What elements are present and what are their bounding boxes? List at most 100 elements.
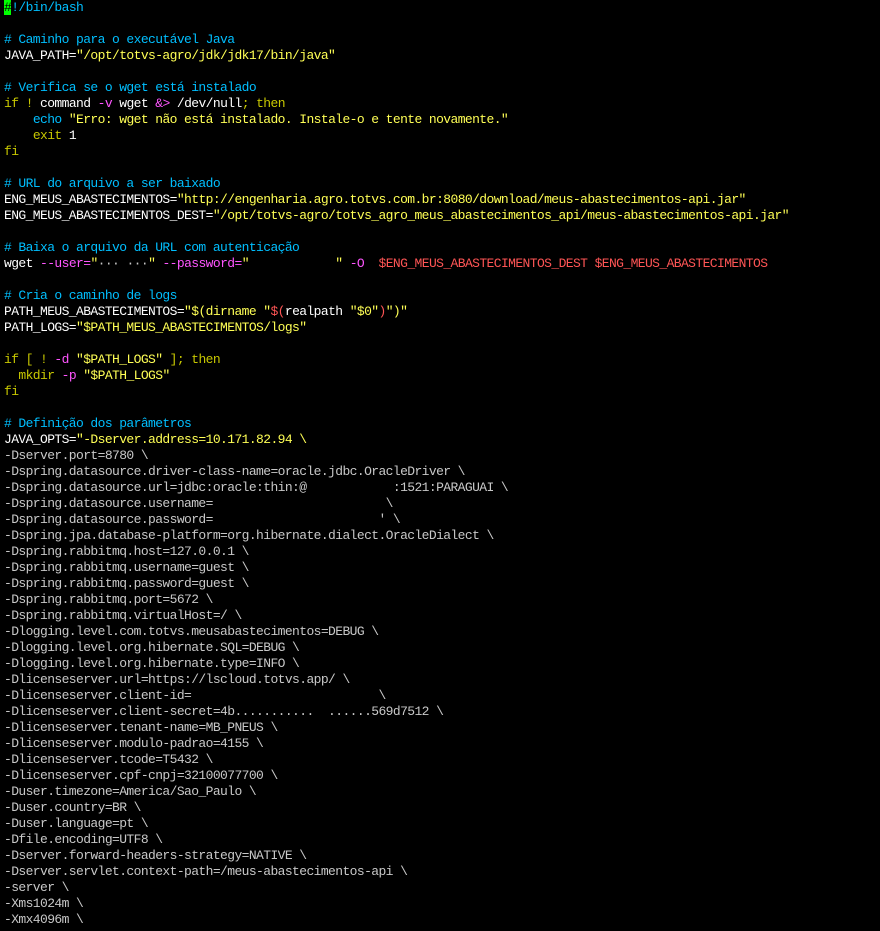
code-line: ENG_MEUS_ABASTECIMENTOS_DEST="/opt/totvs… [4, 208, 880, 224]
code-line: JAVA_PATH="/opt/totvs-agro/jdk/jdk17/bin… [4, 48, 880, 64]
code-line: # URL do arquivo a ser baixado [4, 176, 880, 192]
code-token: -Dfile.encoding=UTF8 \ [4, 832, 163, 847]
code-token: -Dlicenseserver.tcode=T5432 \ [4, 752, 213, 767]
code-token: JAVA_OPTS= [4, 432, 77, 447]
code-token: -Xmx4096m \ [4, 912, 84, 927]
code-token: -Dspring.rabbitmq.username=guest \ [4, 560, 249, 575]
code-line: # Verifica se o wget está instalado [4, 80, 880, 96]
code-token: echo [32, 112, 69, 127]
code-token: -Dspring.rabbitmq.virtualHost=/ \ [4, 608, 242, 623]
code-token: ENG_MEUS_ABASTECIMENTOS= [4, 192, 177, 207]
code-line: fi [4, 384, 880, 400]
code-token: --password= [162, 256, 242, 271]
code-line: -Dlicenseserver.url=https://lscloud.totv… [4, 672, 880, 688]
code-line: -Dserver.forward-headers-strategy=NATIVE… [4, 848, 880, 864]
code-token: -Dlicenseserver.url=https://lscloud.totv… [4, 672, 350, 687]
code-line: -Dlicenseserver.tcode=T5432 \ [4, 752, 880, 768]
code-line: -Dspring.jpa.database-platform=org.hiber… [4, 528, 880, 544]
code-token: # Cria o caminho de logs [4, 288, 177, 303]
code-token: -O [349, 256, 379, 271]
code-token: -Dlogging.level.org.hibernate.SQL=DEBUG … [4, 640, 300, 655]
code-token: -Duser.country=BR \ [4, 800, 141, 815]
code-token: -Dspring.rabbitmq.port=5672 \ [4, 592, 213, 607]
terminal-editor[interactable]: #!/bin/bash # Caminho para o executável J… [0, 0, 880, 931]
code-token: 1 [68, 128, 77, 143]
code-token: -Dserver.port=8780 \ [4, 448, 149, 463]
code-line: # Definição dos parâmetros [4, 416, 880, 432]
code-token: !/bin/bash [11, 0, 84, 15]
code-token: $ENG_MEUS_ABASTECIMENTOS_DEST $ENG_MEUS_… [378, 256, 768, 271]
code-token: # Baixa o arquivo da URL com autenticaçã… [4, 240, 300, 255]
code-token: "Erro: wget não está instalado. Instale-… [68, 112, 509, 127]
code-token: -Dspring.rabbitmq.password=guest \ [4, 576, 249, 591]
code-token: -Dlogging.level.org.hibernate.type=INFO … [4, 656, 300, 671]
code-line: mkdir -p "$PATH_LOGS" [4, 368, 880, 384]
code-token: -Dserver.servlet.context-path=/meus-abas… [4, 864, 408, 879]
code-line: -Dspring.rabbitmq.username=guest \ [4, 560, 880, 576]
code-line: -Dserver.servlet.context-path=/meus-abas… [4, 864, 880, 880]
code-token: -Dspring.datasource.password= ' \ [4, 512, 401, 527]
code-token: -Xms1024m \ [4, 896, 84, 911]
code-token: -Dspring.datasource.url=jdbc:oracle:thin… [4, 480, 509, 495]
code-token: exit [32, 128, 69, 143]
code-line: fi [4, 144, 880, 160]
code-token: # URL do arquivo a ser baixado [4, 176, 221, 191]
code-token: -p [61, 368, 84, 383]
code-line: -Dlicenseserver.client-secret=4b........… [4, 704, 880, 720]
code-token: fi [4, 384, 19, 399]
code-token: fi [4, 144, 19, 159]
code-token: -Dspring.datasource.username= \ [4, 496, 393, 511]
code-line: -Dspring.rabbitmq.virtualHost=/ \ [4, 608, 880, 624]
code-line: # Caminho para o executável Java [4, 32, 880, 48]
code-line: if [ ! -d "$PATH_LOGS" ]; then [4, 352, 880, 368]
code-token: command [40, 96, 98, 111]
code-token: -Dspring.datasource.driver-class-name=or… [4, 464, 465, 479]
code-line: -Dspring.datasource.username= \ [4, 496, 880, 512]
code-token: -Dspring.jpa.database-platform=org.hiber… [4, 528, 494, 543]
code-token: -Dlicenseserver.cpf-cnpj=32100077700 \ [4, 768, 278, 783]
code-token: PATH_MEUS_ABASTECIMENTOS= [4, 304, 185, 319]
code-token: wget [119, 96, 156, 111]
code-line: -Dspring.datasource.url=jdbc:oracle:thin… [4, 480, 880, 496]
code-token: "/opt/totvs-agro/jdk/jdk17/bin/java" [76, 48, 336, 63]
code-line: -Dlogging.level.org.hibernate.SQL=DEBUG … [4, 640, 880, 656]
code-token: " [148, 256, 163, 271]
code-token: ]; then [162, 352, 221, 367]
code-line: -Dserver.port=8780 \ [4, 448, 880, 464]
code-token: -Dlicenseserver.modulo-padrao=4155 \ [4, 736, 264, 751]
code-line: -Dspring.rabbitmq.port=5672 \ [4, 592, 880, 608]
code-token: if [ ! [4, 352, 55, 367]
code-token: # Definição dos parâmetros [4, 416, 192, 431]
code-line: -Duser.timezone=America/Sao_Paulo \ [4, 784, 880, 800]
code-token: mkdir [18, 368, 62, 383]
code-token: -Dlicenseserver.client-secret=4b........… [4, 704, 444, 719]
code-token: " " [241, 256, 350, 271]
code-token: ) [378, 304, 387, 319]
code-line: PATH_MEUS_ABASTECIMENTOS="$(dirname "$(r… [4, 304, 880, 320]
code-token: "/opt/totvs-agro/totvs_agro_meus_abastec… [212, 208, 790, 223]
code-token: realpath [284, 304, 350, 319]
code-line: -Duser.language=pt \ [4, 816, 880, 832]
code-token: -server \ [4, 880, 69, 895]
code-token: -Dserver.forward-headers-strategy=NATIVE… [4, 848, 307, 863]
code-line: -Dlogging.level.org.hibernate.type=INFO … [4, 656, 880, 672]
code-line: -Dlicenseserver.modulo-padrao=4155 \ [4, 736, 880, 752]
code-token: if ! [4, 96, 41, 111]
code-token: -Duser.language=pt \ [4, 816, 149, 831]
code-line: -Duser.country=BR \ [4, 800, 880, 816]
code-token: -v [97, 96, 120, 111]
code-token: "http://engenharia.agro.totvs.com.br:808… [176, 192, 747, 207]
code-token: ··· ··· [97, 256, 149, 271]
code-line: wget --user="··· ···" --password=" " -O … [4, 256, 880, 272]
code-token: ; then [241, 96, 286, 111]
code-line: -Dlicenseserver.tenant-name=MB_PNEUS \ [4, 720, 880, 736]
code-token: ")" [385, 304, 408, 319]
code-token: "$(dirname " [184, 304, 271, 319]
code-token: --user= [40, 256, 91, 271]
code-line: #!/bin/bash [4, 0, 880, 16]
code-line: -Dlogging.level.com.totvs.meusabastecime… [4, 624, 880, 640]
